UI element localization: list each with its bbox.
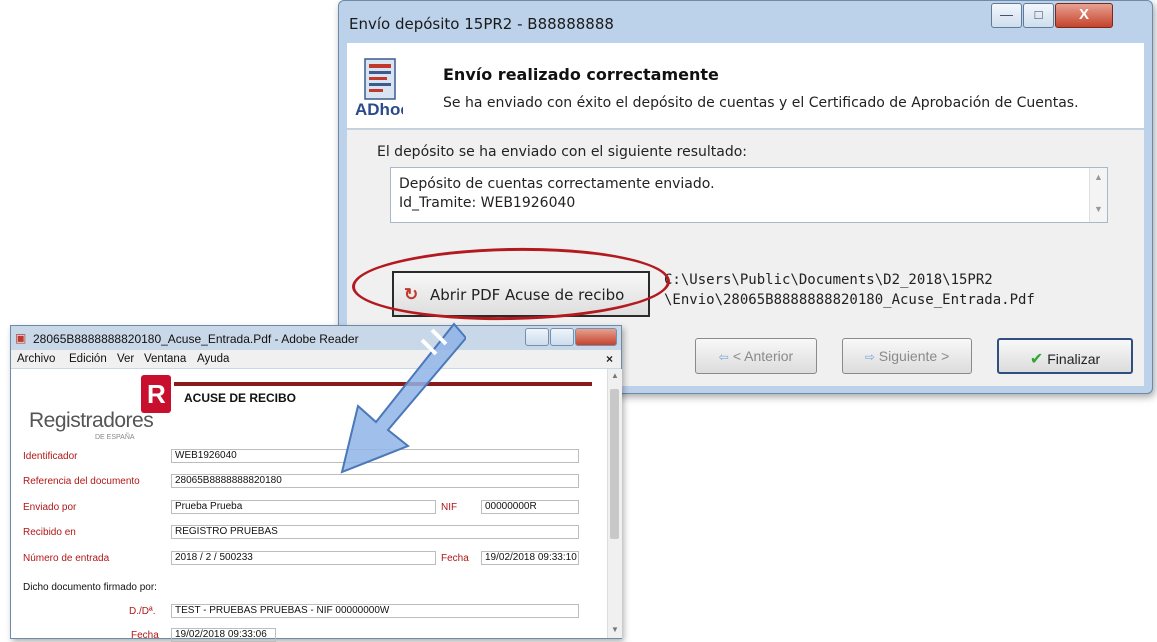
adhoc-logo-icon: ADhoc (355, 58, 403, 119)
field-label: NIF (441, 502, 458, 513)
adobe-reader-window: ▣ 28065B8888888820180_Acuse_Entrada.Pdf … (10, 325, 622, 642)
field-label: Recibido en (23, 527, 76, 538)
pdf-file-icon: ▣ (15, 331, 27, 345)
previous-button[interactable]: ⇦ < Anterior (695, 338, 817, 374)
scroll-down-icon[interactable]: ▼ (1094, 204, 1103, 214)
scroll-down-icon[interactable]: ▼ (611, 625, 619, 634)
success-title: Envío realizado correctamente (443, 65, 719, 84)
next-button[interactable]: ⇨ Siguiente > (842, 338, 972, 374)
pdf-page: R Registradores DE ESPAÑA ACUSE DE RECIB… (11, 369, 607, 642)
result-textbox[interactable]: Depósito de cuentas correctamente enviad… (390, 167, 1108, 223)
menu-archivo[interactable]: Archivo (17, 353, 55, 365)
field-value: TEST - PRUEBAS PRUEBAS - NIF 00000000W (171, 604, 579, 618)
finish-button[interactable]: ✔ Finalizar (997, 338, 1133, 374)
field-label: Referencia del documento (23, 476, 140, 487)
success-subtitle: Se ha enviado con éxito el depósito de c… (443, 95, 1079, 111)
field-label: Número de entrada (23, 553, 110, 564)
scroll-up-icon[interactable]: ▲ (611, 371, 619, 380)
result-line: Id_Tramite: WEB1926040 (399, 195, 576, 211)
reader-minimize-button[interactable] (525, 328, 549, 346)
menu-edicion[interactable]: Edición (69, 353, 107, 365)
menu-ventana[interactable]: Ventana (144, 353, 186, 365)
minimize-icon: — (1000, 7, 1013, 22)
field-label: D./Dª. (129, 606, 156, 617)
field-label: Fecha (131, 630, 159, 641)
previous-label: < Anterior (732, 348, 794, 364)
maximize-button[interactable]: □ (1023, 3, 1054, 28)
reader-title: 28065B8888888820180_Acuse_Entrada.Pdf - … (33, 332, 359, 346)
logo-subtitle: DE ESPAÑA (95, 434, 135, 441)
reader-scrollbar[interactable]: ▲ ▼ (607, 369, 622, 638)
close-button[interactable]: X (1055, 3, 1113, 28)
field-value: 19/02/2018 09:33:10 (481, 551, 579, 565)
pdf-path-line2: \Envio\28065B8888888820180_Acuse_Entrada… (664, 292, 1035, 308)
signed-by-label: Dicho documento firmado por: (23, 582, 157, 593)
next-label: Siguiente > (878, 348, 950, 364)
pointer-arrow-icon (340, 322, 466, 474)
minimize-button[interactable]: — (991, 3, 1022, 28)
back-arrow-icon: ⇦ (718, 350, 729, 364)
scroll-thumb[interactable] (610, 389, 619, 539)
reader-close-button[interactable] (575, 328, 617, 346)
maximize-icon: □ (1034, 7, 1043, 22)
dialog-header: ADhoc Envío realizado correctamente Se h… (347, 43, 1144, 128)
close-icon: X (1078, 6, 1089, 23)
field-value: 2018 / 2 / 500233 (171, 551, 436, 565)
field-label: Identificador (23, 451, 78, 462)
logo-name: Registradores (29, 409, 154, 432)
result-label: El depósito se ha enviado con el siguien… (377, 144, 747, 160)
field-value: REGISTRO PRUEBAS (171, 525, 579, 539)
adhoc-logo-text: ADhoc (355, 100, 403, 119)
dialog-title: Envío depósito 15PR2 - B88888888 (349, 15, 614, 33)
menu-ayuda[interactable]: Ayuda (197, 353, 229, 365)
field-label: Enviado por (23, 502, 77, 513)
result-scrollbar[interactable]: ▲ ▼ (1089, 168, 1107, 222)
forward-arrow-icon: ⇨ (864, 350, 875, 364)
field-label: Fecha (441, 553, 469, 564)
pdf-path-line1: C:\Users\Public\Documents\D2_2018\15PR2 (664, 272, 993, 288)
close-document-icon[interactable]: × (606, 352, 613, 366)
receipt-heading: ACUSE DE RECIBO (184, 391, 297, 405)
checkmark-icon: ✔ (1029, 351, 1044, 368)
reader-maximize-button[interactable] (550, 328, 574, 346)
field-value: Prueba Prueba (171, 500, 436, 514)
field-value: 00000000R (481, 500, 579, 514)
field-value: 19/02/2018 09:33:06 (171, 628, 276, 642)
result-line: Depósito de cuentas correctamente enviad… (399, 176, 715, 192)
finish-label: Finalizar (1047, 351, 1101, 367)
registradores-logo-icon: R (141, 375, 171, 413)
reader-menubar: Archivo Edición Ver Ventana Ayuda × (11, 350, 621, 368)
logo-letter: R (147, 379, 166, 409)
scroll-up-icon[interactable]: ▲ (1094, 172, 1103, 182)
menu-ver[interactable]: Ver (117, 353, 134, 365)
